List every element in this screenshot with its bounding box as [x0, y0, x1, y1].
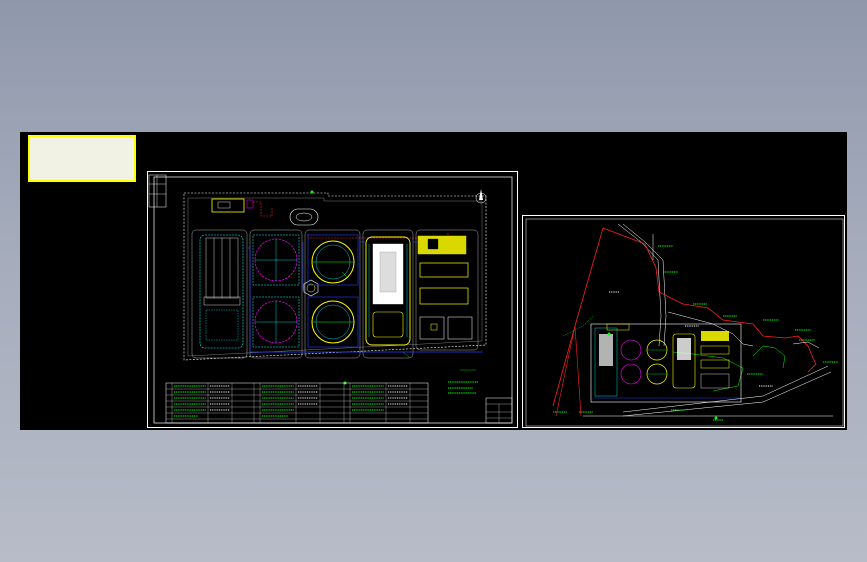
cad-viewport[interactable] [20, 132, 847, 430]
notes-block [448, 381, 478, 394]
site-location-drawing [525, 218, 844, 427]
highlight-box [28, 135, 136, 182]
title-block [485, 397, 513, 424]
site-annotations [553, 245, 838, 421]
plant-layout-drawing [148, 174, 513, 424]
plant-layout-sheet [147, 171, 518, 428]
site-location-sheet [522, 215, 845, 428]
equipment-table [165, 382, 429, 424]
plant-footprint [590, 323, 742, 403]
